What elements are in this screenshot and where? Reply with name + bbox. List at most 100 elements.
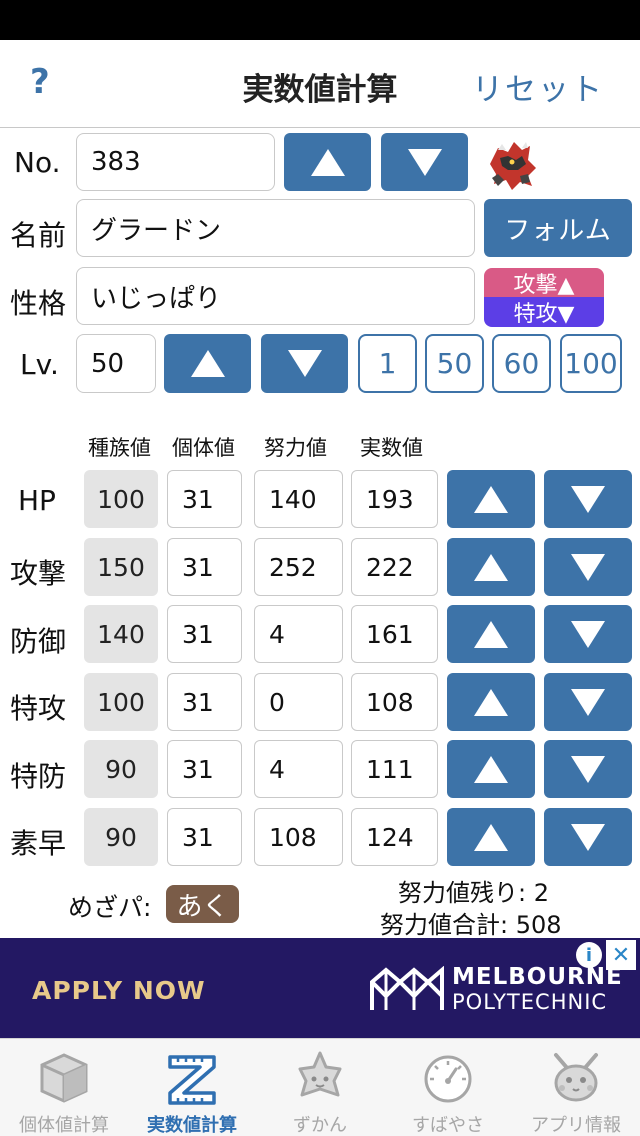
stat-decrement-button[interactable] <box>544 740 632 798</box>
level-preset-50-button[interactable]: 50 <box>425 334 484 393</box>
stat-decrement-button[interactable] <box>544 538 632 596</box>
pokedex-number-input[interactable]: 383 <box>76 133 275 191</box>
ad-close-icon[interactable]: ✕ <box>606 940 636 970</box>
cube-icon <box>40 1053 88 1103</box>
stat-label: 特攻 <box>10 692 67 725</box>
arrow-down-icon <box>571 823 605 851</box>
pikachu-icon <box>554 1053 598 1102</box>
tab-actual-stat-calculator[interactable]: 実数値計算 <box>128 1039 256 1136</box>
pokemon-name-input[interactable]: グラードン <box>76 199 475 257</box>
arrow-down-icon <box>571 485 605 513</box>
iv-input[interactable]: 31 <box>167 605 242 663</box>
arrow-down-icon <box>571 620 605 648</box>
hidden-power-label: めざパ: <box>68 893 152 922</box>
arrow-down-icon <box>407 148 442 176</box>
navigation-bar: ? 実数値計算 リセット <box>0 40 640 128</box>
stat-increment-button[interactable] <box>447 673 535 731</box>
arrow-up-icon <box>310 148 345 176</box>
stat-increment-button[interactable] <box>447 470 535 528</box>
base-stat-value: 140 <box>84 605 158 663</box>
column-header-ev: 努力値 <box>264 436 327 460</box>
actual-stat-input[interactable]: 124 <box>351 808 438 866</box>
ad-brand-line2: POLYTECHNIC <box>452 990 608 1014</box>
column-header-actual: 実数値 <box>360 436 423 460</box>
iv-input[interactable]: 31 <box>167 470 242 528</box>
stat-increment-button[interactable] <box>447 605 535 663</box>
iv-input[interactable]: 31 <box>167 740 242 798</box>
actual-stat-input[interactable]: 222 <box>351 538 438 596</box>
ad-apply-text: APPLY NOW <box>32 976 206 1005</box>
ev-input[interactable]: 4 <box>254 605 343 663</box>
base-stat-value: 90 <box>84 740 158 798</box>
nature-label: 性格 <box>10 287 67 320</box>
level-preset-60-button[interactable]: 60 <box>492 334 551 393</box>
ev-input[interactable]: 140 <box>254 470 343 528</box>
arrow-up-icon <box>474 485 508 513</box>
column-header-iv: 個体値 <box>172 436 235 460</box>
level-decrement-button[interactable] <box>261 334 348 393</box>
tab-pokedex[interactable]: ずかん <box>256 1039 384 1136</box>
tab-label: すばやさ <box>412 1115 484 1136</box>
number-increment-button[interactable] <box>284 133 371 191</box>
base-stat-value: 90 <box>84 808 158 866</box>
tab-speed[interactable]: すばやさ <box>384 1039 512 1136</box>
stat-increment-button[interactable] <box>447 740 535 798</box>
status-bar <box>0 0 640 40</box>
iv-input[interactable]: 31 <box>167 538 242 596</box>
arrow-down-icon <box>571 553 605 581</box>
actual-stat-input[interactable]: 161 <box>351 605 438 663</box>
stat-increment-button[interactable] <box>447 538 535 596</box>
form-button[interactable]: フォルム <box>484 199 632 257</box>
level-preset-100-button[interactable]: 100 <box>560 334 622 393</box>
arrow-down-icon <box>571 688 605 716</box>
z-ruler-icon <box>168 1055 216 1105</box>
arrow-up-icon <box>474 823 508 851</box>
speedometer-icon <box>424 1055 472 1103</box>
stat-decrement-button[interactable] <box>544 605 632 663</box>
reset-button[interactable]: リセット <box>472 64 604 109</box>
stat-decrement-button[interactable] <box>544 673 632 731</box>
ad-brand-line1: MELBOURNE <box>452 964 623 990</box>
number-decrement-button[interactable] <box>381 133 468 191</box>
stat-increment-button[interactable] <box>447 808 535 866</box>
ad-info-icon[interactable]: i <box>576 942 602 968</box>
level-input[interactable]: 50 <box>76 334 156 393</box>
arrow-up-icon <box>474 688 508 716</box>
tab-label: 実数値計算 <box>147 1115 237 1136</box>
actual-stat-input[interactable]: 108 <box>351 673 438 731</box>
stat-label: HP <box>18 484 56 517</box>
tab-label: 個体値計算 <box>19 1115 109 1136</box>
nature-effect-badge: 攻撃▲ 特攻▼ <box>484 268 604 327</box>
iv-input[interactable]: 31 <box>167 808 242 866</box>
arrow-down-icon <box>287 350 322 377</box>
tab-app-info[interactable]: アプリ情報 <box>512 1039 640 1136</box>
level-preset-1-button[interactable]: 1 <box>358 334 417 393</box>
tab-bar: 個体値計算 実数値計算 ずかん すばやさ アプリ情報 <box>0 1038 640 1136</box>
iv-input[interactable]: 31 <box>167 673 242 731</box>
level-label: Lv. <box>20 348 59 381</box>
ev-input[interactable]: 4 <box>254 740 343 798</box>
level-increment-button[interactable] <box>164 334 251 393</box>
ad-banner[interactable]: APPLY NOW MELBOURNE POLYTECHNIC i ✕ <box>0 938 640 1038</box>
tab-iv-calculator[interactable]: 個体値計算 <box>0 1039 128 1136</box>
base-stat-value: 150 <box>84 538 158 596</box>
ev-input[interactable]: 108 <box>254 808 343 866</box>
melbourne-polytechnic-logo-icon <box>370 966 444 1010</box>
pokemon-sprite <box>478 134 544 192</box>
arrow-up-icon <box>474 755 508 783</box>
stat-decrement-button[interactable] <box>544 470 632 528</box>
stat-decrement-button[interactable] <box>544 808 632 866</box>
ev-total-text: 努力値合計: 508 <box>380 911 562 939</box>
name-label: 名前 <box>10 219 67 252</box>
ev-input[interactable]: 0 <box>254 673 343 731</box>
arrow-up-icon <box>474 620 508 648</box>
arrow-up-icon <box>474 553 508 581</box>
tab-label: ずかん <box>293 1115 347 1136</box>
nature-input[interactable]: いじっぱり <box>76 267 475 325</box>
stat-label: 特防 <box>10 760 67 793</box>
stat-label: 攻撃 <box>10 557 67 590</box>
ev-remaining-text: 努力値残り: 2 <box>398 879 549 907</box>
ev-input[interactable]: 252 <box>254 538 343 596</box>
actual-stat-input[interactable]: 193 <box>351 470 438 528</box>
actual-stat-input[interactable]: 111 <box>351 740 438 798</box>
